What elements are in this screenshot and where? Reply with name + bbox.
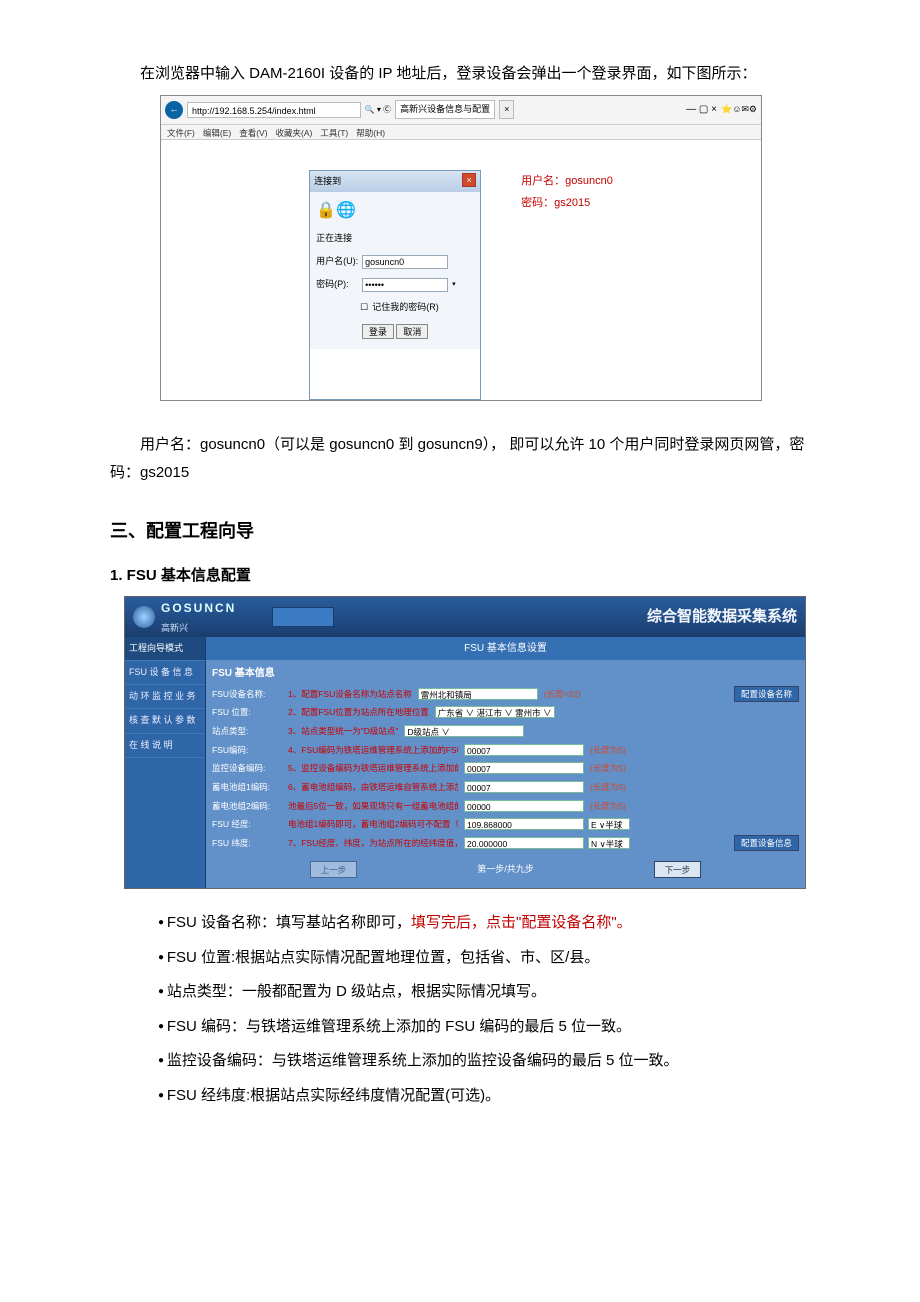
field-input[interactable]: 00007 — [464, 781, 584, 793]
section-3-title: 三、配置工程向导 — [110, 514, 820, 548]
logo-text: GOSUNCN — [161, 597, 236, 620]
browser-titlebar: ← http://192.168.5.254/index.html 🔍 ▾ Ⓒ … — [161, 96, 761, 125]
sidebar-item[interactable]: 动 环 监 控 业 务 — [125, 685, 205, 709]
prev-step-button: 上一步 — [310, 861, 358, 878]
cancel-button[interactable]: 取消 — [396, 324, 428, 339]
username-input[interactable] — [362, 255, 448, 269]
field-input[interactable]: 广东省 ∨ 湛江市 ∨ 雷州市 ∨ — [435, 706, 555, 718]
field-label: 站点类型: — [212, 723, 284, 739]
form-row: 站点类型:3、站点类型统一为"D级站点" D级站点 ∨ — [212, 723, 799, 739]
field-hint: 5、监控设备编码为铁塔运维管理系统上添加的监控设备编码的最后5位 — [288, 760, 458, 776]
intro-paragraph: 在浏览器中输入 DAM-2160I 设备的 IP 地址后，登录设备会弹出一个登录… — [110, 60, 820, 89]
field-hint: 2、配置FSU位置为站点所在地理位置 — [288, 704, 429, 720]
next-step-button[interactable]: 下一步 — [654, 861, 702, 878]
login-screenshot: ← http://192.168.5.254/index.html 🔍 ▾ Ⓒ … — [160, 95, 762, 401]
step-indicator: 第一步/共九步 — [477, 861, 534, 878]
after-login-note: 用户名：gosuncn0（可以是 gosuncn0 到 gosuncn9）， 即… — [110, 431, 820, 488]
field-hint: 3、站点类型统一为"D级站点" — [288, 723, 398, 739]
form-row: 蓄电池组1编码:6、蓄电池组编码，由铁塔运维自管系统上添加的蓄电池组电 00007… — [212, 779, 799, 795]
login-button[interactable]: 登录 — [362, 324, 394, 339]
bullet-list: FSU 设备名称：填写基站名称即可，填写完后，点击"配置设备名称"。 FSU 位… — [158, 909, 820, 1110]
sidebar-item[interactable]: 核 查 默 认 参 数 — [125, 709, 205, 733]
field-length: (长度为5) — [590, 742, 626, 758]
sidebar: 工程向导模式 FSU 设 备 信 息 动 环 监 控 业 务 核 查 默 认 参… — [125, 637, 206, 888]
field-label: 蓄电池组1编码: — [212, 779, 284, 795]
field-label: 蓄电池组2编码: — [212, 798, 284, 814]
address-bar[interactable]: http://192.168.5.254/index.html — [187, 102, 361, 118]
field-length: (长度为5) — [590, 760, 626, 776]
app-screenshot: GOSUNCN 高新兴 综合智能数据采集系统 工程向导模式 FSU 设 备 信 … — [124, 596, 806, 889]
field-label: FSU 纬度: — [212, 835, 284, 851]
credential-hint: 用户名：gosuncn0 密码：gs2015 — [521, 170, 613, 400]
field-input[interactable]: 00000 — [464, 800, 584, 812]
field-label: FSU 经度: — [212, 816, 284, 832]
form-row: FSU 纬度:7、FSU经度、纬度，为站点所在的经纬度值，可选填 20.00000… — [212, 835, 799, 851]
field-extra[interactable]: N ∨半球 — [588, 837, 630, 849]
field-length: (长度<32) — [544, 686, 581, 702]
sidebar-header: 工程向导模式 — [125, 637, 205, 661]
sidebar-item[interactable]: 在 线 说 明 — [125, 734, 205, 758]
field-hint: 4、FSU编码为铁塔运维管理系统上添加的FSU编码最后5位 — [288, 742, 458, 758]
login-dialog: 连接到 × 🔒🌐 正在连接 用户名(U): 密码(P): ▾ ☐ 记住我的密码(… — [309, 170, 481, 400]
form-row: FSU设备名称:1、配置FSU设备名称为站点名称雷州北和镇局 (长度<32) 配置设… — [212, 686, 799, 702]
field-length: (长度为5) — [590, 779, 626, 795]
close-icon[interactable]: × — [462, 173, 476, 187]
header-pic — [272, 607, 334, 627]
field-input[interactable]: 00007 — [464, 762, 584, 774]
back-icon[interactable]: ← — [165, 101, 183, 119]
field-hint: 1、配置FSU设备名称为站点名称 — [288, 686, 412, 702]
field-input[interactable]: 00007 — [464, 744, 584, 756]
panel-title: FSU 基本信息设置 — [206, 637, 805, 660]
sidebar-item[interactable]: FSU 设 备 信 息 — [125, 661, 205, 685]
browser-menu[interactable]: 文件(F)编辑(E) 查看(V)收藏夹(A) 工具(T)帮助(H) — [161, 125, 761, 140]
field-label: 监控设备编码: — [212, 760, 284, 776]
field-extra[interactable]: E ∨半球 — [588, 818, 630, 830]
username-label: 用户名(U): — [316, 253, 358, 270]
field-hint: 电池组1编码即可，蓄电池组2编码可不配置（默认为00000） — [288, 816, 458, 832]
form-row: 监控设备编码:5、监控设备编码为铁塔运维管理系统上添加的监控设备编码的最后5位 0… — [212, 760, 799, 776]
pane-subtitle: FSU 基本信息 — [212, 664, 799, 683]
form-row: FSU编码:4、FSU编码为铁塔运维管理系统上添加的FSU编码最后5位 00007… — [212, 742, 799, 758]
remember-label: 记住我的密码(R) — [372, 299, 439, 316]
config-button[interactable]: 配置设备名称 — [734, 686, 799, 702]
field-input[interactable]: 20.000000 — [464, 837, 584, 849]
field-label: FSU设备名称: — [212, 686, 284, 702]
field-hint: 6、蓄电池组编码，由铁塔运维自管系统上添加的蓄电池组电 — [288, 779, 458, 795]
window-controls[interactable]: — ▢ × — [686, 100, 717, 119]
form-row: 蓄电池组2编码: 池最后5位一致，如果现场只有一组蓄电池组的只需要配置蓄 0000… — [212, 798, 799, 814]
form-row: FSU 位置:2、配置FSU位置为站点所在地理位置广东省 ∨ 湛江市 ∨ 雷州市… — [212, 704, 799, 720]
field-label: FSU编码: — [212, 742, 284, 758]
field-label: FSU 位置: — [212, 704, 284, 720]
password-input[interactable] — [362, 278, 448, 292]
tab-title[interactable]: 高新兴设备信息与配置 — [395, 100, 495, 119]
field-length: (长度为5) — [590, 798, 626, 814]
field-input[interactable]: D级站点 ∨ — [404, 725, 524, 737]
connecting-label: 正在连接 — [316, 230, 474, 247]
field-input[interactable]: 109.868000 — [464, 818, 584, 830]
field-hint: 7、FSU经度、纬度，为站点所在的经纬度值，可选填 — [288, 835, 458, 851]
field-input[interactable]: 雷州北和镇局 — [418, 688, 538, 700]
app-header: GOSUNCN 高新兴 综合智能数据采集系统 — [125, 597, 805, 637]
sub-1-title: 1. FSU 基本信息配置 — [110, 562, 820, 591]
config-button[interactable]: 配置设备信息 — [734, 835, 799, 851]
remember-checkbox[interactable]: ☐ — [360, 299, 368, 316]
dialog-title: 连接到 — [314, 173, 341, 190]
password-label: 密码(P): — [316, 276, 358, 293]
form-row: FSU 经度: 电池组1编码即可，蓄电池组2编码可不配置（默认为00000） 10… — [212, 816, 799, 832]
system-title: 综合智能数据采集系统 — [647, 603, 797, 632]
field-hint: 池最后5位一致，如果现场只有一组蓄电池组的只需要配置蓄 — [288, 798, 458, 814]
